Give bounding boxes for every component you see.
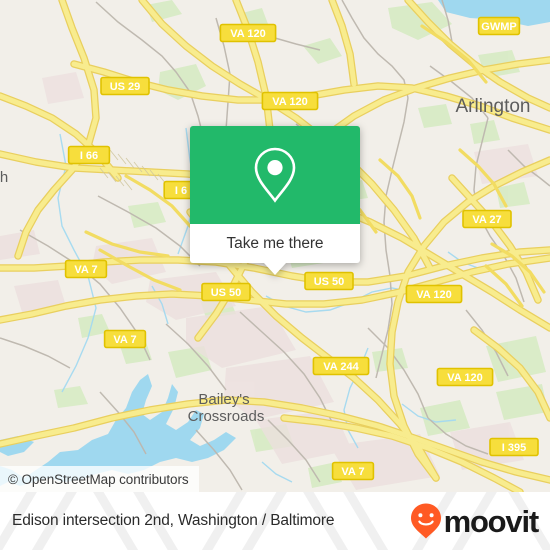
svg-text:VA 244: VA 244 (323, 361, 359, 373)
svg-text:VA 120: VA 120 (416, 289, 451, 301)
svg-text:US 50: US 50 (211, 287, 242, 299)
place-label: Arlington (456, 96, 531, 117)
svg-text:I 6: I 6 (175, 185, 187, 197)
road-shield: VA 244 (312, 356, 370, 376)
road-shield: VA 7 (103, 329, 147, 349)
road-shield: US 29 (100, 76, 150, 96)
map-screenshot: Arlington Bailey's Crossroads h VA 120 US 29… (0, 0, 550, 550)
svg-text:I 66: I 66 (80, 150, 98, 162)
osm-attribution-text: © OpenStreetMap contributors (8, 471, 189, 487)
take-me-there-button[interactable]: Take me there (190, 224, 360, 275)
map-callout[interactable]: Take me there (190, 126, 360, 275)
road-shield: VA 7 (331, 461, 375, 481)
road-shield: VA 120 (405, 284, 463, 304)
callout-icon-panel (190, 126, 360, 224)
moovit-brand: moovit (409, 502, 540, 540)
svg-text:VA 7: VA 7 (74, 264, 97, 276)
road-shield: VA 27 (462, 209, 512, 229)
svg-text:VA 120: VA 120 (447, 372, 482, 384)
svg-text:US 29: US 29 (110, 81, 141, 93)
place-label: Crossroads (188, 408, 265, 425)
svg-text:US 50: US 50 (314, 276, 345, 288)
moovit-smiley-pin-icon (410, 503, 441, 539)
road-shield: GWMP (477, 16, 521, 36)
svg-text:VA 120: VA 120 (272, 96, 307, 108)
svg-text:I 395: I 395 (502, 442, 526, 454)
road-shield: US 50 (201, 282, 251, 302)
map-pin-icon (254, 147, 296, 203)
place-label: Bailey's (198, 391, 249, 408)
road-shield: VA 120 (436, 367, 494, 387)
osm-attribution: © OpenStreetMap contributors (0, 466, 199, 492)
road-shield: I 66 (67, 145, 111, 165)
map-canvas[interactable]: Arlington Bailey's Crossroads h VA 120 US 29… (0, 0, 550, 492)
footer-bar: Edison intersection 2nd, Washington / Ba… (0, 492, 550, 550)
svg-text:VA 7: VA 7 (113, 334, 136, 346)
svg-text:VA 7: VA 7 (341, 466, 364, 478)
road-shield: VA 7 (64, 259, 108, 279)
place-label: h (0, 169, 8, 186)
location-title: Edison intersection 2nd, Washington / Ba… (12, 512, 335, 529)
road-shield: US 50 (304, 271, 354, 291)
svg-text:GWMP: GWMP (481, 21, 516, 33)
callout-tail (264, 263, 286, 275)
svg-text:VA 27: VA 27 (472, 214, 501, 226)
svg-text:VA 120: VA 120 (230, 28, 265, 40)
road-shield: VA 120 (261, 91, 319, 111)
moovit-wordmark: moovit (443, 503, 540, 539)
take-me-there-label: Take me there (226, 234, 324, 252)
road-shield: I 395 (489, 437, 539, 457)
road-shield: VA 120 (219, 23, 277, 43)
